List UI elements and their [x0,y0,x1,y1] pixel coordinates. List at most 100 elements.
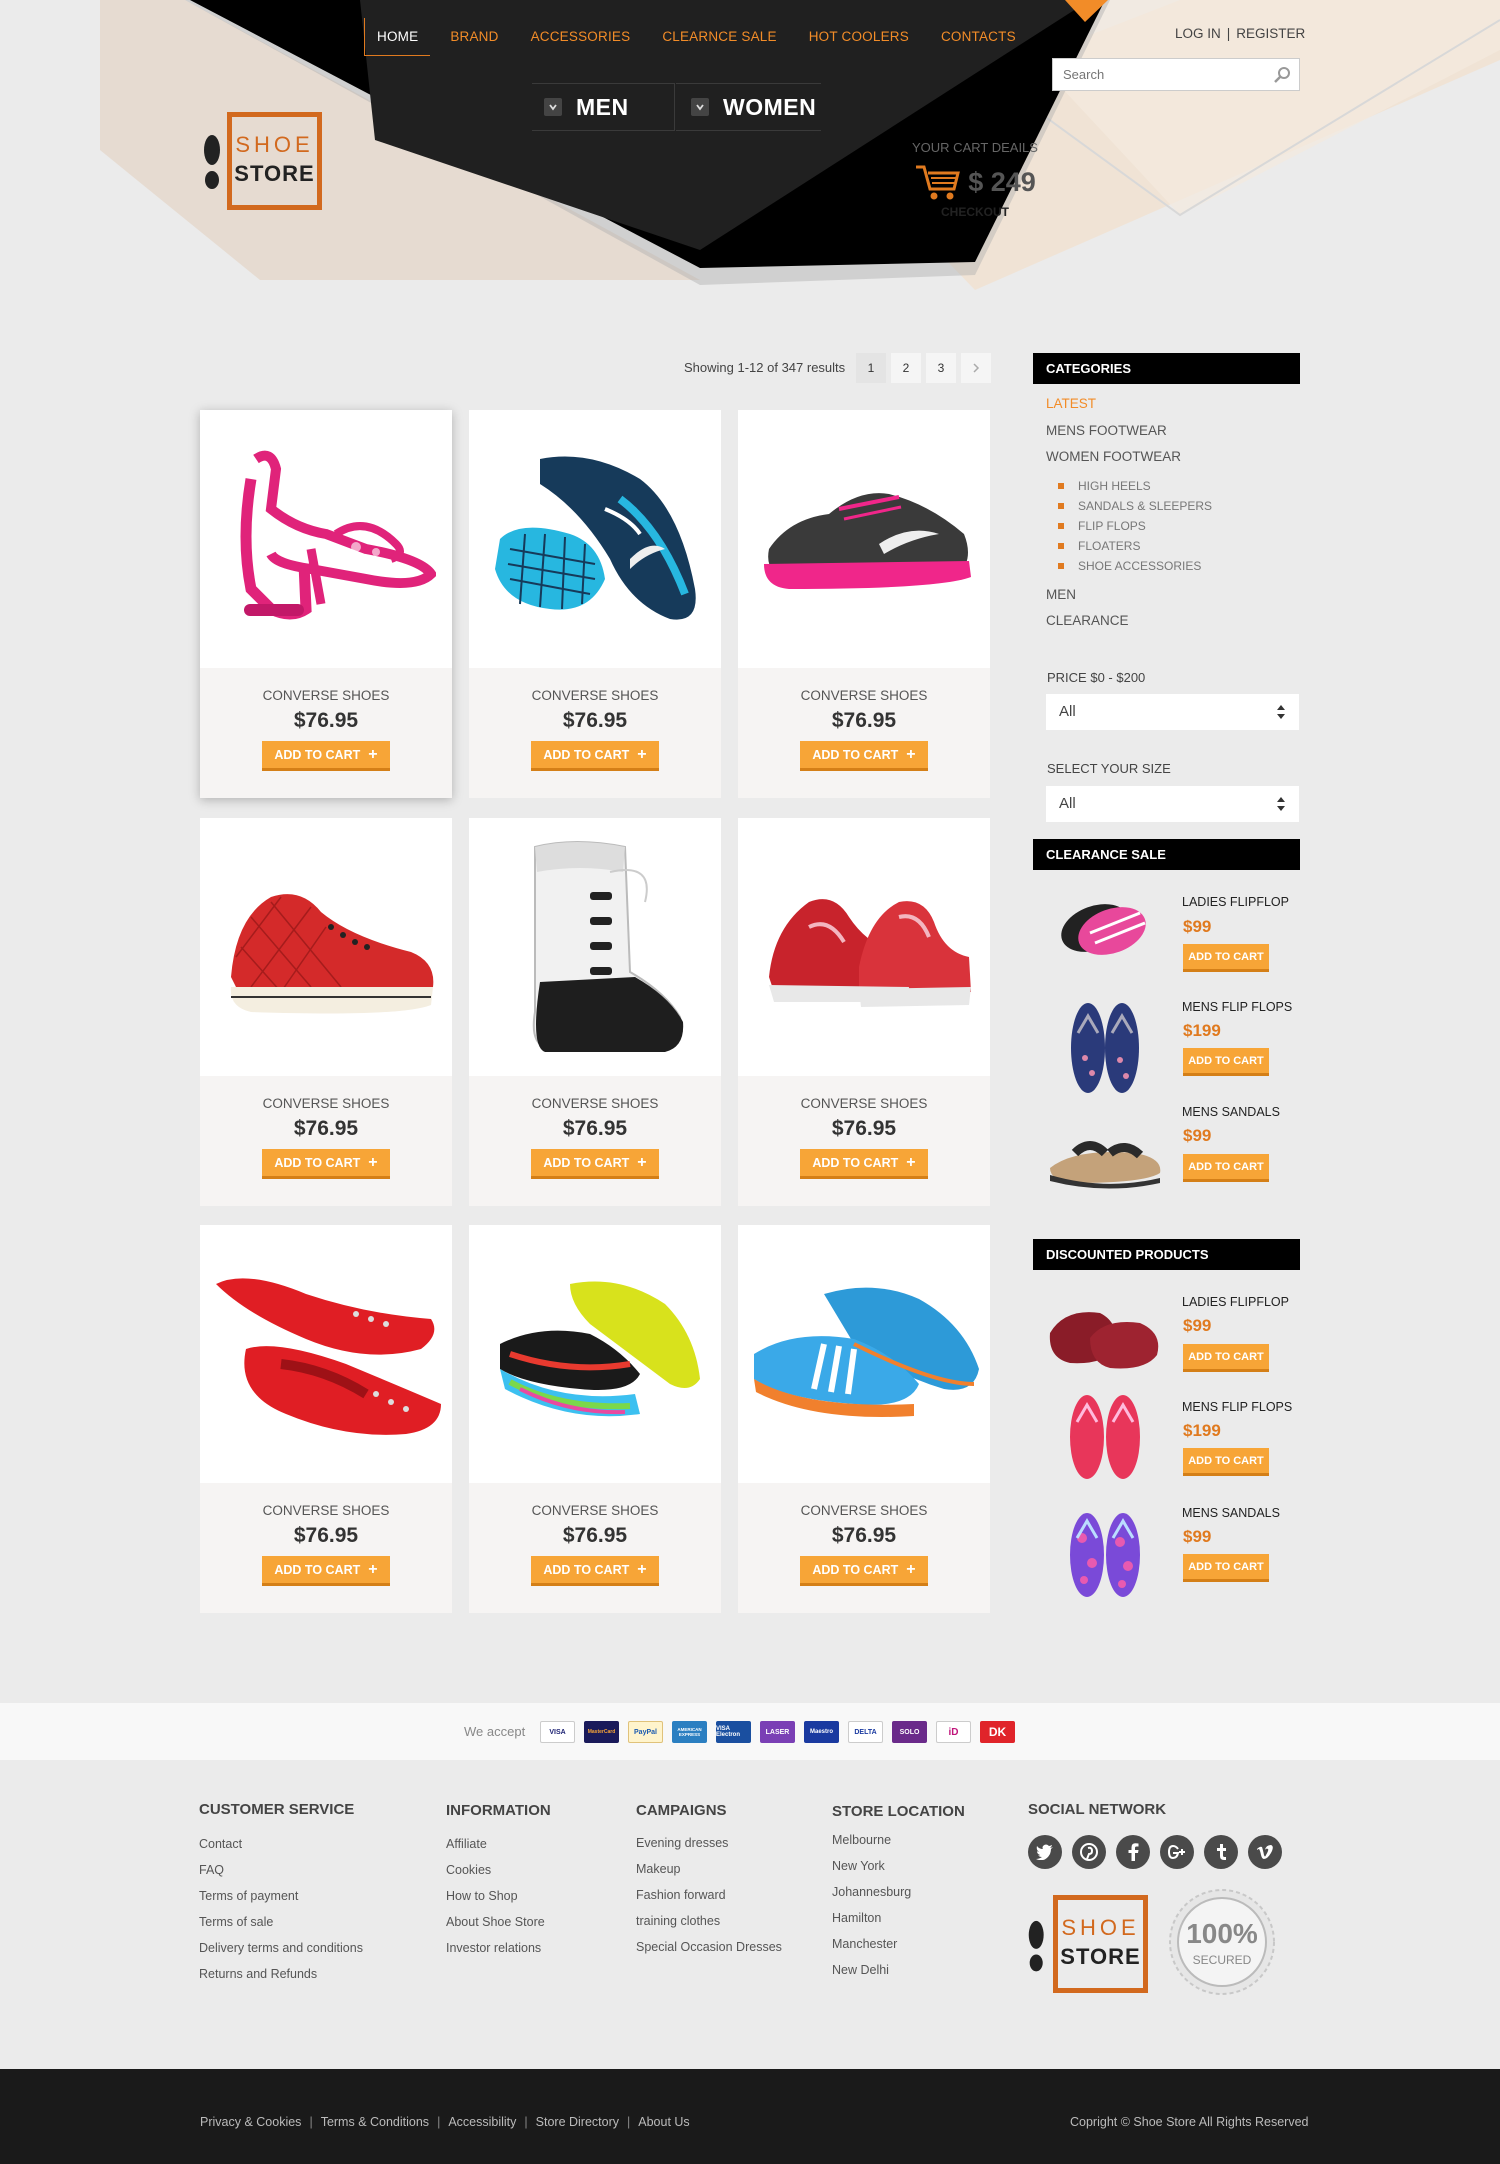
page-2[interactable]: 2 [891,353,921,383]
checkout-link[interactable]: CHECKOUT [910,205,1040,219]
footer-link[interactable]: FAQ [199,1863,224,1877]
subcategory-flip-flops[interactable]: FLIP FLOPS [1058,519,1146,533]
footer-link[interactable]: Terms of payment [199,1889,298,1903]
category-women-footwear[interactable]: WOMEN FOOTWEAR [1046,449,1181,464]
sidebar-product-name[interactable]: MENS FLIP FLOPS [1182,1000,1292,1014]
add-to-cart-button[interactable]: ADD TO CART + [262,741,390,771]
footer-link[interactable]: New York [832,1859,885,1873]
add-to-cart-button[interactable]: ADD TO CART [1183,1344,1269,1372]
add-to-cart-button[interactable]: ADD TO CART + [531,741,659,771]
nav-accessories[interactable]: ACCESSORIES [519,18,643,56]
product-name[interactable]: CONVERSE SHOES [200,688,452,703]
shopping-cart-icon[interactable] [914,163,961,201]
site-logo[interactable]: SHOE STORE [200,112,325,212]
sidebar-product-image[interactable] [1040,1508,1170,1603]
footer-link[interactable]: training clothes [636,1914,720,1928]
product-card[interactable]: CONVERSE SHOES $76.95 ADD TO CART + [469,1225,721,1613]
product-card[interactable]: CONVERSE SHOES $76.95 ADD TO CART + [738,818,990,1206]
nav-hot-coolers[interactable]: HOT COOLERS [797,18,921,56]
footer-link[interactable]: How to Shop [446,1889,518,1903]
footer-link[interactable]: About Shoe Store [446,1915,545,1929]
product-name[interactable]: CONVERSE SHOES [738,1503,990,1518]
category-clearance[interactable]: CLEARANCE [1046,613,1129,628]
product-card[interactable]: CONVERSE SHOES $76.95 ADD TO CART + [738,1225,990,1613]
footer-link[interactable]: Investor relations [446,1941,541,1955]
sidebar-product-image[interactable] [1040,1285,1170,1380]
bottom-link[interactable]: Terms & Conditions [321,2115,429,2129]
product-name[interactable]: CONVERSE SHOES [469,688,721,703]
sidebar-product-name[interactable]: MENS SANDALS [1182,1105,1280,1119]
size-filter-select[interactable]: All [1046,786,1299,822]
add-to-cart-button[interactable]: ADD TO CART + [262,1556,390,1586]
product-image[interactable] [200,818,452,1076]
product-card[interactable]: CONVERSE SHOES $76.95 ADD TO CART + [738,410,990,798]
register-link[interactable]: REGISTER [1236,26,1305,41]
tumblr-icon[interactable] [1204,1835,1238,1869]
subcategory-high-heels[interactable]: HIGH HEELS [1058,479,1151,493]
twitter-icon[interactable] [1028,1835,1062,1869]
product-card[interactable]: CONVERSE SHOES $76.95 ADD TO CART + [200,410,452,798]
footer-link[interactable]: Johannesburg [832,1885,911,1899]
google-plus-icon[interactable] [1160,1835,1194,1869]
women-tab[interactable]: WOMEN [676,83,821,131]
login-link[interactable]: LOG IN [1175,26,1221,41]
sidebar-product-image[interactable] [1040,1000,1170,1095]
facebook-icon[interactable] [1116,1835,1150,1869]
subcategory-sandals-sleepers[interactable]: SANDALS & SLEEPERS [1058,499,1212,513]
footer-link[interactable]: Evening dresses [636,1836,728,1850]
product-image[interactable] [738,410,990,668]
subcategory-floaters[interactable]: FLOATERS [1058,539,1140,553]
bottom-link[interactable]: Accessibility [448,2115,516,2129]
next-page-button[interactable] [961,353,991,383]
add-to-cart-button[interactable]: ADD TO CART + [800,1556,928,1586]
add-to-cart-button[interactable]: ADD TO CART [1183,1154,1269,1182]
footer-link[interactable]: Cookies [446,1863,491,1877]
search-icon[interactable] [1273,66,1291,84]
product-card[interactable]: CONVERSE SHOES $76.95 ADD TO CART + [469,818,721,1206]
product-name[interactable]: CONVERSE SHOES [200,1503,452,1518]
nav-home[interactable]: HOME [364,18,431,56]
add-to-cart-button[interactable]: ADD TO CART + [531,1149,659,1179]
product-card[interactable]: CONVERSE SHOES $76.95 ADD TO CART + [469,410,721,798]
sidebar-product-name[interactable]: MENS FLIP FLOPS [1182,1400,1292,1414]
footer-link[interactable]: Special Occasion Dresses [636,1940,782,1954]
sidebar-product-image[interactable] [1040,1110,1170,1205]
footer-link[interactable]: Delivery terms and conditions [199,1941,363,1955]
sidebar-product-image[interactable] [1040,1390,1170,1485]
footer-link[interactable]: Hamilton [832,1911,881,1925]
nav-brand[interactable]: BRAND [438,18,510,56]
men-tab[interactable]: MEN [532,83,675,131]
footer-link[interactable]: New Delhi [832,1963,889,1977]
product-name[interactable]: CONVERSE SHOES [738,1096,990,1111]
footer-link[interactable]: Melbourne [832,1833,891,1847]
category-mens-footwear[interactable]: MENS FOOTWEAR [1046,423,1167,438]
sidebar-product-name[interactable]: LADIES FLIPFLOP [1182,1295,1289,1309]
sidebar-product-name[interactable]: MENS SANDALS [1182,1506,1280,1520]
footer-link[interactable]: Fashion forward [636,1888,726,1902]
product-name[interactable]: CONVERSE SHOES [469,1503,721,1518]
product-name[interactable]: CONVERSE SHOES [469,1096,721,1111]
subcategory-shoe-accessories[interactable]: SHOE ACCESSORIES [1058,559,1201,573]
product-image[interactable] [200,410,452,668]
footer-link[interactable]: Terms of sale [199,1915,273,1929]
bottom-link[interactable]: About Us [638,2115,689,2129]
add-to-cart-button[interactable]: ADD TO CART [1183,1554,1269,1582]
add-to-cart-button[interactable]: ADD TO CART [1183,1448,1269,1476]
add-to-cart-button[interactable]: ADD TO CART + [800,741,928,771]
product-image[interactable] [738,1225,990,1483]
sidebar-product-image[interactable] [1040,880,1170,975]
footer-link[interactable]: Affiliate [446,1837,487,1851]
add-to-cart-button[interactable]: ADD TO CART [1183,1048,1269,1076]
nav-clearance-sale[interactable]: CLEARNCE SALE [650,18,788,56]
product-name[interactable]: CONVERSE SHOES [738,688,990,703]
product-image[interactable] [469,818,721,1076]
product-card[interactable]: CONVERSE SHOES $76.95 ADD TO CART + [200,818,452,1206]
footer-link[interactable]: Contact [199,1837,242,1851]
price-filter-select[interactable]: All [1046,694,1299,730]
page-1[interactable]: 1 [856,353,886,383]
footer-link[interactable]: Manchester [832,1937,897,1951]
vimeo-icon[interactable] [1248,1835,1282,1869]
add-to-cart-button[interactable]: ADD TO CART [1183,944,1269,972]
bottom-link[interactable]: Privacy & Cookies [200,2115,301,2129]
category-men[interactable]: MEN [1046,587,1076,602]
